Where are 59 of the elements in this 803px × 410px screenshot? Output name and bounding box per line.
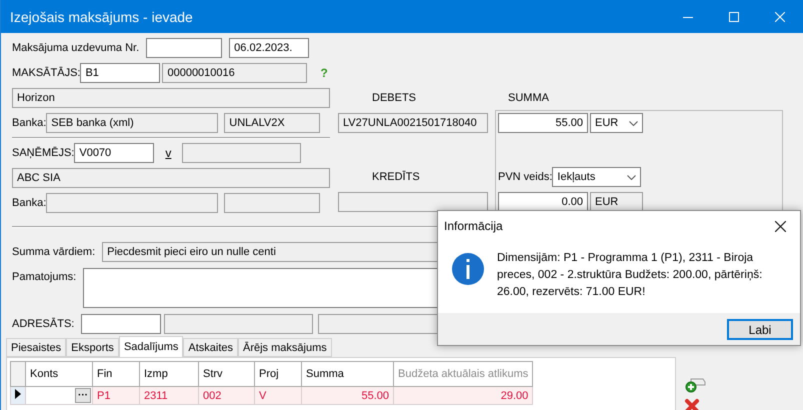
addressee-field[interactable] — [81, 314, 162, 334]
number-field[interactable] — [146, 38, 222, 58]
table-cell: 002 — [198, 386, 254, 404]
bank-field: SEB banka (xml) — [46, 113, 218, 133]
payer-name-field: Horizon — [12, 88, 330, 108]
tab[interactable]: Sadalījums — [118, 336, 184, 357]
column-header[interactable]: Summa — [302, 362, 394, 386]
payer-code-field[interactable]: B1 — [80, 63, 160, 83]
field-label: SAŅĒMĒJS: — [12, 147, 74, 159]
field-label: Maksājuma uzdevuma Nr. — [12, 42, 140, 54]
tab[interactable]: Eksports — [66, 338, 119, 357]
payee-link[interactable]: v — [154, 146, 182, 160]
table-cell: P1 — [92, 386, 140, 404]
chevron-icon — [627, 174, 636, 180]
table-cell: 2311 — [140, 386, 198, 404]
tab[interactable]: Atskaites — [183, 338, 238, 357]
ok-button[interactable]: Labi — [727, 319, 793, 340]
current-row-icon — [15, 389, 21, 399]
column-header[interactable]: Proj — [254, 362, 302, 386]
field-label: ADRESĀTS: — [12, 318, 74, 330]
close-icon — [775, 12, 785, 22]
debit-account-field: LV27UNLA0021501718040 — [338, 113, 488, 133]
table-cell: 29.00 — [394, 386, 533, 404]
swift-field: UNLALV2X — [224, 113, 320, 133]
add-icon[interactable] — [684, 377, 706, 393]
payee-code-field[interactable]: V0070 — [74, 143, 154, 163]
chevron-icon — [629, 120, 638, 126]
section-label: KREDĪTS — [371, 170, 421, 185]
vat-currency-field: EUR — [590, 192, 643, 212]
dialog-title: Informācija — [444, 219, 503, 233]
browse-button[interactable]: ··· — [75, 388, 91, 403]
field-label: PVN veids: — [498, 171, 552, 183]
field-label: Summa vārdiem: — [12, 246, 96, 258]
close-icon — [774, 220, 786, 232]
vat-amount-field[interactable]: 0.00 — [498, 192, 588, 212]
field-label: MAKSĀTĀJS: — [12, 67, 80, 79]
currency-select[interactable]: EUR — [590, 113, 643, 133]
field-label: Pamatojums: — [12, 271, 76, 283]
column-header[interactable]: Konts — [26, 362, 92, 386]
field-label: Banka: — [12, 117, 46, 129]
reg-number-field: 00000010016 — [162, 63, 308, 83]
maximize-icon — [729, 12, 739, 22]
column-header[interactable]: Strv — [198, 362, 254, 386]
info-icon — [452, 253, 484, 285]
column-header[interactable]: Izmp — [140, 362, 198, 386]
payee-name-field: ABC SIA — [12, 168, 330, 188]
table-cell: V — [254, 386, 302, 404]
date-field[interactable]: 06.02.2023. — [229, 38, 310, 58]
section-label: SUMMA — [507, 91, 550, 106]
column-header[interactable]: Fin — [92, 362, 140, 386]
window-title: Izejošais maksājums - ievade — [9, 8, 193, 24]
table-cell[interactable]: ··· — [26, 386, 92, 404]
tab[interactable]: Ārējs maksājums — [238, 338, 332, 357]
tab[interactable]: Piesaistes — [6, 338, 66, 357]
amount-field[interactable]: 55.00 — [498, 113, 588, 133]
section-label: DEBETS — [371, 91, 418, 106]
vat-type-select[interactable]: Iekļauts — [552, 167, 642, 187]
table-cell: 55.00 — [302, 386, 394, 404]
field-label: Banka: — [12, 197, 46, 209]
